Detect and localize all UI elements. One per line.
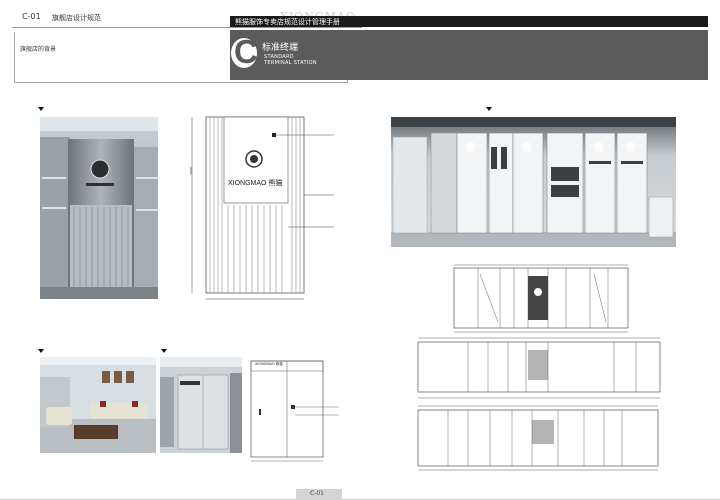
manual-title: 熊猫服饰专卖店规范设计管理手册 — [235, 18, 340, 26]
section-letter: C — [234, 33, 258, 70]
fitting-sign-1: XIONGMAO 熊猫 — [255, 362, 283, 366]
marker-triangle — [38, 107, 44, 111]
lounge-photo — [40, 357, 156, 453]
section-title-en-2: TERMINAL STATION — [264, 60, 317, 66]
store-interior-photo — [391, 117, 676, 247]
marker-triangle — [161, 349, 167, 353]
store-elevations — [408, 262, 668, 472]
svg-text:2800: 2800 — [189, 167, 193, 175]
page-number: C-01 — [310, 490, 324, 497]
marker-triangle — [38, 349, 44, 353]
section-band — [230, 30, 708, 80]
marker-triangle — [486, 107, 492, 111]
left-subtitle: 旗舰店的背景 — [20, 46, 57, 53]
fitting-room-elevation: XIONGMAO 熊猫 — [247, 357, 341, 467]
logo-wall-brand: XIONGMAO 熊猫 — [228, 180, 283, 187]
page-code: C-01 — [22, 12, 41, 21]
logo-wall-photo — [40, 117, 158, 299]
section-title-cn: 标准终端 — [262, 43, 299, 53]
fitting-room-photo — [160, 357, 242, 453]
header-title: 旗舰店设计规范 — [52, 14, 101, 22]
logo-wall-elevation: 2800 XIONGMAO 熊猫 — [188, 115, 338, 305]
